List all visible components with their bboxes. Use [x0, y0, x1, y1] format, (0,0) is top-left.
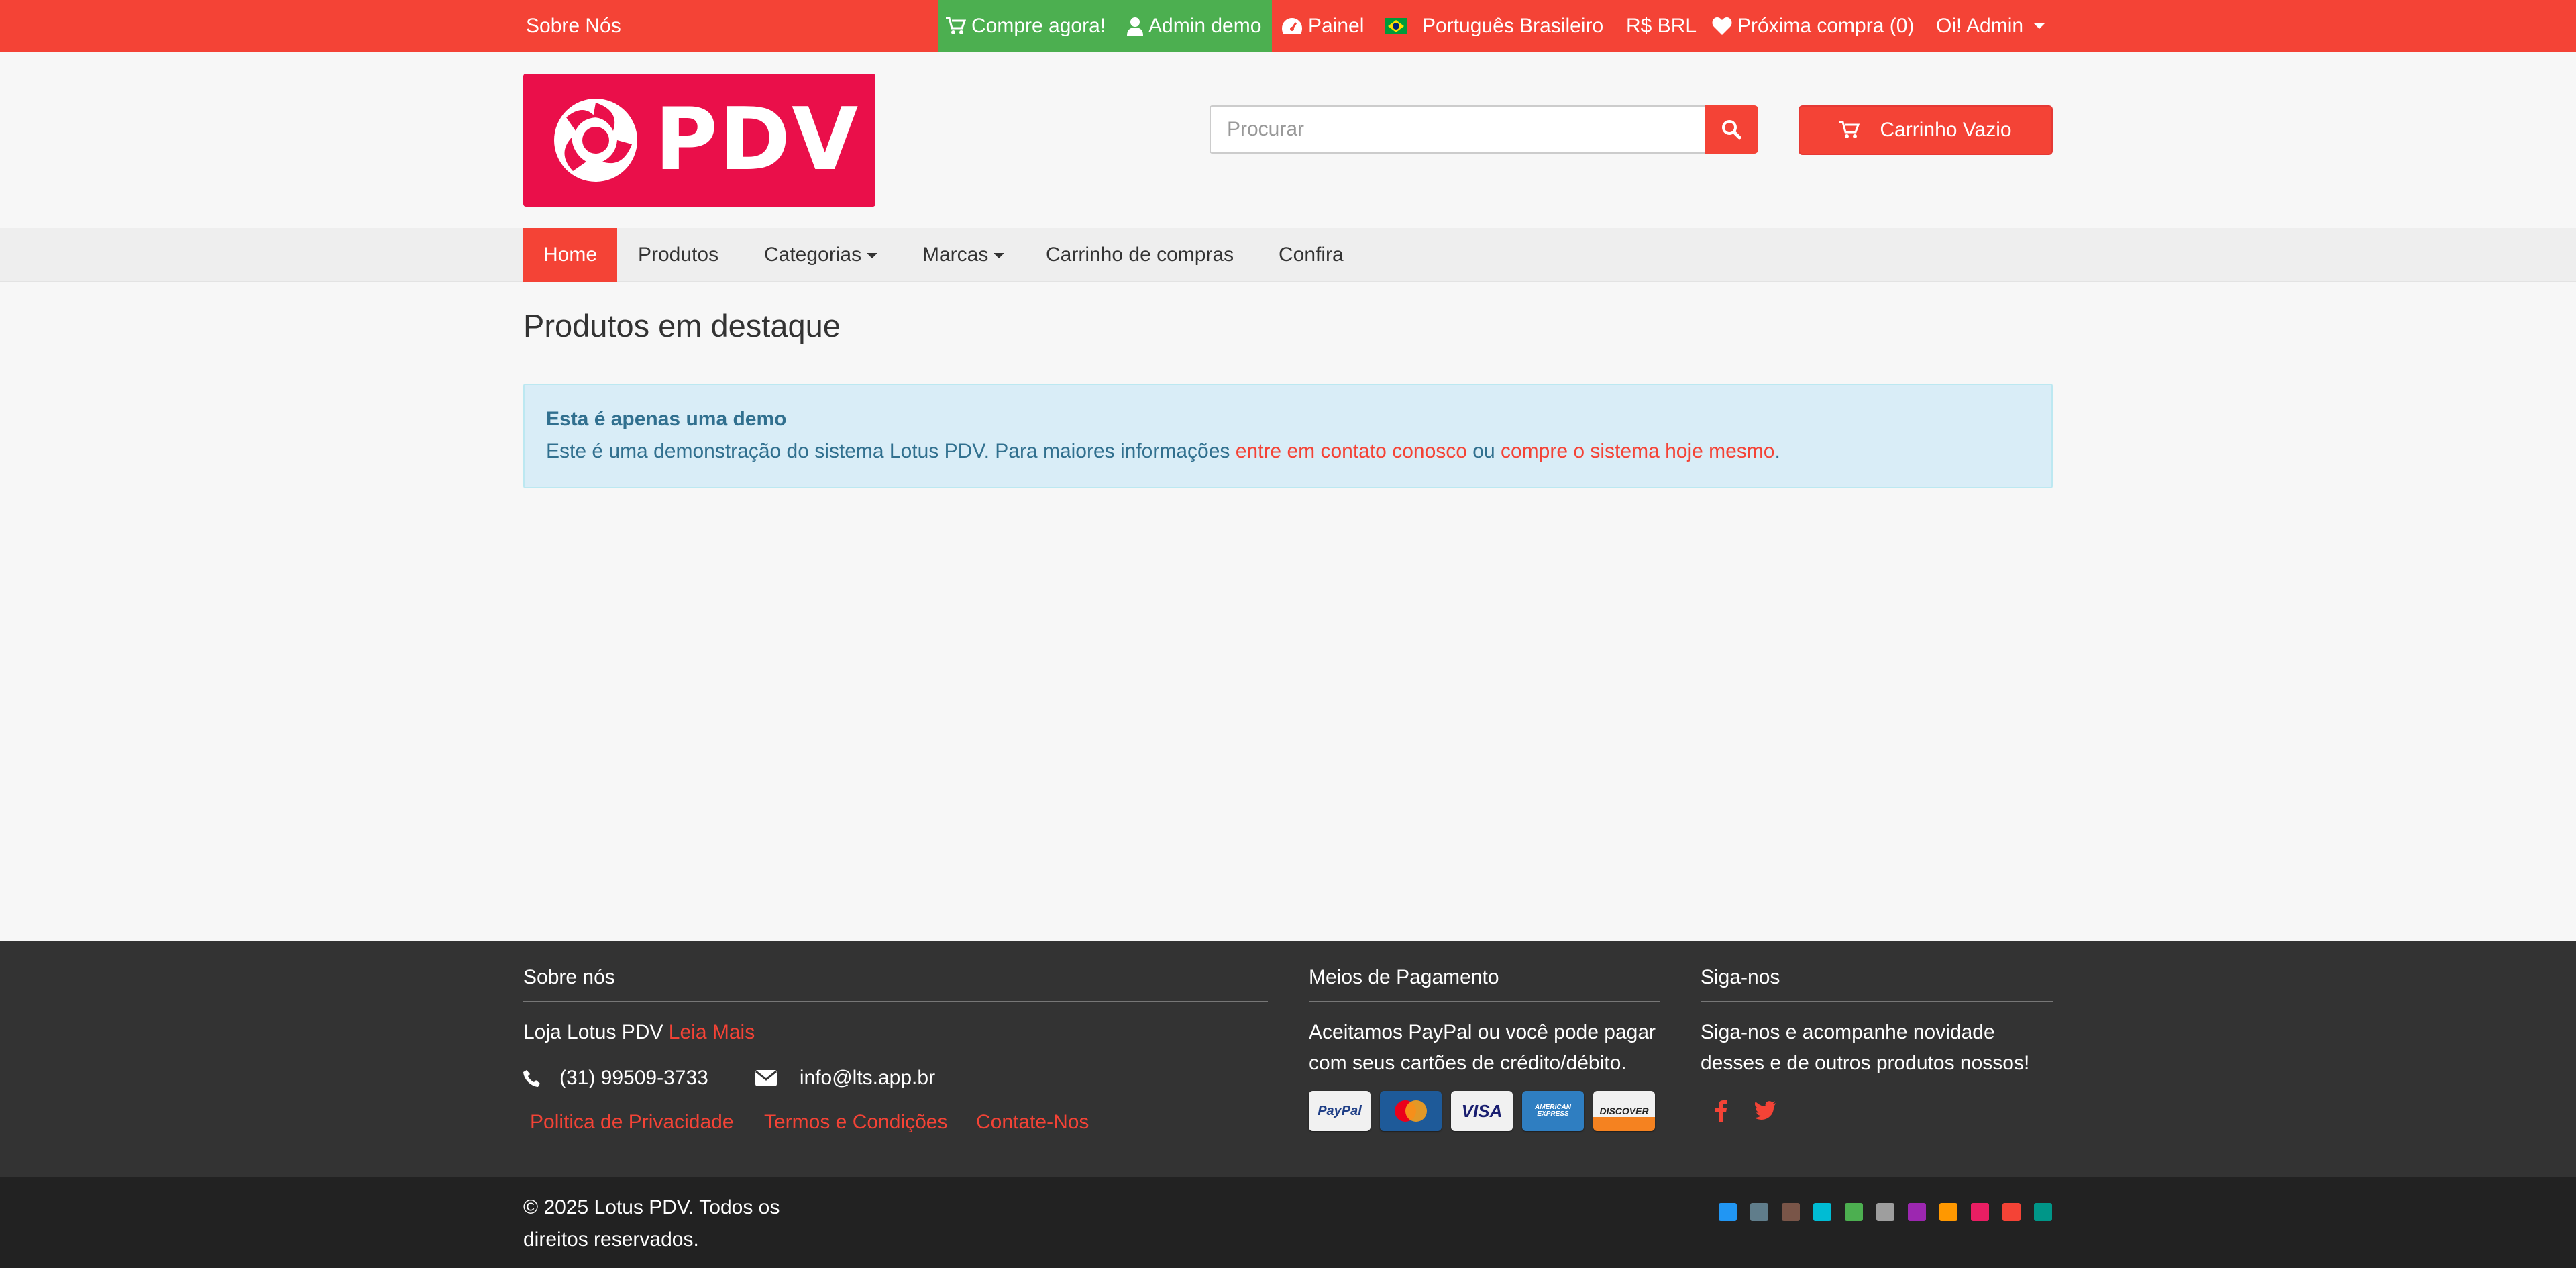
nav-label: Confira [1279, 244, 1344, 266]
alert-text-before: Este é uma demonstração do sistema Lotus… [546, 440, 1236, 462]
envelope-icon [755, 1070, 777, 1086]
dashboard-icon [1282, 18, 1302, 34]
nav-shopping-cart[interactable]: Carrinho de compras [1026, 228, 1254, 282]
search-form [1210, 105, 1758, 154]
wishlist-label: Próxima compra (0) [1737, 15, 1915, 37]
chevron-down-icon [2034, 23, 2045, 29]
visa-card-icon: VISA [1451, 1091, 1513, 1131]
user-icon [1127, 17, 1143, 36]
footer-follow-title: Siga-nos [1701, 966, 2053, 1002]
main-navbar: Home Produtos Categorias Marcas Carrinho… [0, 228, 2576, 282]
cart-label: Carrinho Vazio [1880, 119, 2012, 141]
buy-now-label: Compre agora! [971, 15, 1106, 37]
language-selector[interactable]: Português Brasileiro [1385, 0, 1603, 52]
alert-text-after: . [1774, 440, 1780, 462]
cart-icon [946, 17, 966, 34]
theme-swatch[interactable] [1750, 1203, 1768, 1221]
footer [0, 941, 2576, 1177]
paypal-card-icon: PayPal [1309, 1091, 1371, 1131]
nav-categories[interactable]: Categorias [744, 228, 898, 282]
copyright: © 2025 Lotus PDV. Todos os direitos rese… [523, 1196, 780, 1251]
pdv-logo-icon [554, 99, 637, 182]
phone-number: (31) 99509-3733 [559, 1067, 708, 1089]
read-more-link[interactable]: Leia Mais [669, 1021, 755, 1043]
nav-label: Produtos [638, 244, 719, 266]
search-input[interactable] [1210, 105, 1705, 154]
bottom-bar [0, 1177, 2576, 1268]
email-address: info@lts.app.br [799, 1067, 936, 1089]
currency-selector[interactable]: R$ BRL [1626, 0, 1697, 52]
chevron-down-icon [867, 253, 878, 259]
nav-label: Marcas [922, 244, 989, 266]
logo-text: PDV [655, 90, 860, 190]
heart-icon [1712, 17, 1732, 35]
footer-payment-text: Aceitamos PayPal ou você pode pagar com … [1309, 1021, 1656, 1074]
payment-cards: PayPal VISA AMERICAN EXPRESS DISCOVER [1309, 1091, 1655, 1131]
phone-icon [523, 1070, 540, 1087]
user-menu-label: Oi! Admin [1936, 15, 2024, 37]
nav-brands[interactable]: Marcas [902, 228, 1024, 282]
nav-label: Home [543, 244, 598, 266]
about-us-link[interactable]: Sobre Nós [526, 0, 621, 52]
theme-swatch[interactable] [2002, 1203, 2021, 1221]
alert-title: Esta é apenas uma demo [546, 408, 787, 430]
amex-card-icon: AMERICAN EXPRESS [1522, 1091, 1584, 1131]
theme-swatch[interactable] [1782, 1203, 1800, 1221]
twitter-icon[interactable] [1754, 1100, 1776, 1125]
theme-swatch[interactable] [1719, 1203, 1737, 1221]
theme-swatch[interactable] [1971, 1203, 1989, 1221]
footer-payment-title: Meios de Pagamento [1309, 966, 1660, 1002]
demo-alert: Esta é apenas uma demo Este é uma demons… [523, 384, 2053, 488]
cart-button[interactable]: Carrinho Vazio [1799, 105, 2053, 155]
nav-label: Carrinho de compras [1046, 244, 1234, 266]
contact-us-link[interactable]: entre em contato conosco [1236, 440, 1467, 462]
currency-label: R$ BRL [1626, 15, 1697, 37]
store-name: Loja Lotus PDV [523, 1021, 669, 1043]
theme-swatch[interactable] [2034, 1203, 2052, 1221]
search-icon [1722, 120, 1741, 140]
alert-text: Este é uma demonstração do sistema Lotus… [546, 437, 2030, 466]
theme-swatch[interactable] [1845, 1203, 1863, 1221]
footer-follow-text: Siga-nos e acompanhe novidade desses e d… [1701, 1021, 2030, 1074]
nav-products[interactable]: Produtos [618, 228, 739, 282]
nav-label: Categorias [764, 244, 862, 266]
language-label: Português Brasileiro [1422, 15, 1604, 37]
facebook-icon[interactable] [1715, 1100, 1727, 1127]
wishlist-link[interactable]: Próxima compra (0) [1712, 0, 1914, 52]
buy-now-link[interactable]: Compre agora! [946, 0, 1106, 52]
chevron-down-icon [994, 253, 1005, 259]
search-button[interactable] [1705, 105, 1758, 154]
cart-icon [1839, 121, 1860, 138]
privacy-policy-link[interactable]: Politica de Privacidade [530, 1111, 734, 1134]
top-bar: Sobre Nós Compre agora! Admin demo Paine… [0, 0, 2576, 52]
mastercard-card-icon [1380, 1091, 1442, 1131]
nav-checkout[interactable]: Confira [1258, 228, 1364, 282]
panel-link[interactable]: Painel [1281, 0, 1364, 52]
theme-swatch[interactable] [1813, 1203, 1831, 1221]
theme-swatch[interactable] [1939, 1203, 1957, 1221]
theme-swatch[interactable] [1876, 1203, 1894, 1221]
admin-demo-label: Admin demo [1148, 15, 1262, 37]
panel-label: Painel [1308, 15, 1364, 37]
user-menu[interactable]: Oi! Admin [1936, 0, 2045, 52]
brazil-flag-icon [1385, 18, 1407, 34]
nav-home[interactable]: Home [523, 228, 618, 282]
page-title: Produtos em destaque [523, 308, 841, 344]
theme-swatch[interactable] [1908, 1203, 1926, 1221]
terms-link[interactable]: Termos e Condições [764, 1111, 947, 1134]
footer-store-line: Loja Lotus PDV Leia Mais [523, 1017, 755, 1048]
footer-contact: (31) 99509-3733 info@lts.app.br [523, 1063, 935, 1094]
site-logo[interactable]: PDV [523, 74, 875, 207]
theme-color-switcher [1719, 1203, 2052, 1221]
admin-demo-link[interactable]: Admin demo [1127, 0, 1261, 52]
alert-text-middle: ou [1466, 440, 1501, 462]
discover-card-icon: DISCOVER [1593, 1091, 1655, 1131]
buy-system-link[interactable]: compre o sistema hoje mesmo [1501, 440, 1775, 462]
footer-about-title: Sobre nós [523, 966, 1268, 1002]
contact-link[interactable]: Contate-Nos [976, 1111, 1089, 1134]
